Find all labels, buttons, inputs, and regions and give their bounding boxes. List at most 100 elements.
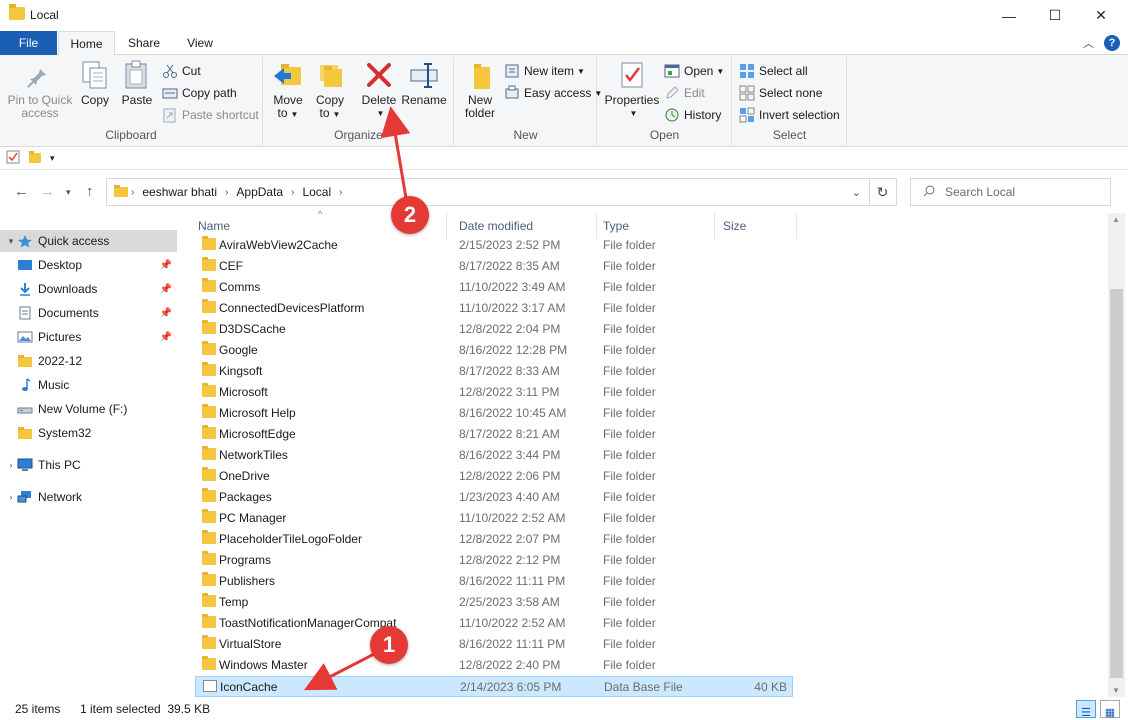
folder-row[interactable]: NetworkTiles 8/16/2022 3:44 PM File folder xyxy=(195,445,793,466)
breadcrumb-local[interactable]: Local xyxy=(302,185,331,199)
folder-row[interactable]: AviraWebView2Cache 2/15/2023 2:52 PM File … xyxy=(195,235,793,256)
new-folder-button[interactable]: New folder xyxy=(461,59,499,120)
folder-row[interactable]: PlaceholderTileLogoFolder 12/8/2022 2:07 … xyxy=(195,529,793,550)
file-row[interactable]: IconCache 2/14/2023 6:05 PM Data Base File… xyxy=(195,676,793,697)
refresh-button[interactable]: ↻ xyxy=(869,178,897,206)
ribbon: Pin to Quick access Copy Paste Cut Copy … xyxy=(0,55,1128,147)
back-arrow-icon[interactable]: ← xyxy=(14,183,29,200)
select-none-button[interactable]: Select none xyxy=(739,83,822,103)
copy-to-button[interactable]: Copy to ▼ xyxy=(312,59,348,121)
expand-chevron-icon[interactable]: ▾ xyxy=(5,236,17,247)
edit-button[interactable]: Edit xyxy=(664,83,705,103)
help-icon[interactable]: ? xyxy=(1104,35,1120,51)
folder-row[interactable]: OneDrive 12/8/2022 2:06 PM File folder xyxy=(195,466,793,487)
folder-row[interactable]: Publishers 8/16/2022 11:11 PM File folder xyxy=(195,571,793,592)
move-to-button[interactable]: Move to ▼ xyxy=(270,59,306,121)
folder-row[interactable]: CEF 8/17/2022 8:35 AM File folder xyxy=(195,256,793,277)
folder-row[interactable]: ToastNotificationManagerCompat 11/10/2022… xyxy=(195,613,793,634)
cut-button[interactable]: Cut xyxy=(162,61,201,81)
delete-button[interactable]: Delete ▼ xyxy=(360,59,398,120)
search-input[interactable] xyxy=(945,185,1105,199)
folder-row[interactable]: Microsoft 12/8/2022 3:11 PM File folder xyxy=(195,382,793,403)
folder-row[interactable]: Kingsoft 8/17/2022 8:33 AM File folder xyxy=(195,361,793,382)
folder-row[interactable]: Packages 1/23/2023 4:40 AM File folder xyxy=(195,487,793,508)
nav-item-downloads[interactable]: Downloads 📌 xyxy=(0,278,177,300)
folder-row[interactable]: Temp 2/25/2023 3:58 AM File folder xyxy=(195,592,793,613)
item-count: 25 items xyxy=(15,702,61,716)
scroll-up-icon[interactable]: ▲ xyxy=(1112,215,1120,224)
breadcrumb-eeshwar-bhati[interactable]: eeshwar bhati xyxy=(142,185,217,199)
pin-to-quick-access-button[interactable]: Pin to Quick access xyxy=(6,59,74,120)
close-button[interactable]: ✕ xyxy=(1078,0,1124,31)
search-box[interactable] xyxy=(910,178,1111,206)
expand-chevron-icon[interactable]: › xyxy=(5,492,17,502)
folder-row[interactable]: Google 8/16/2022 12:28 PM File folder xyxy=(195,340,793,361)
details-view-icon: ☰ xyxy=(1081,707,1091,719)
copy-button[interactable]: Copy xyxy=(78,59,112,107)
new-folder-qat-icon[interactable] xyxy=(28,150,42,167)
nav-quick-access[interactable]: ▾ Quick access xyxy=(0,230,177,252)
sort-ascending-icon: ^ xyxy=(318,209,323,219)
nav-item-system32[interactable]: System32 xyxy=(0,422,177,444)
vertical-scrollbar[interactable]: ▲ ▼ xyxy=(1108,213,1125,697)
folder-row[interactable]: Windows Master 12/8/2022 2:40 PM File fold… xyxy=(195,655,793,676)
expand-chevron-icon[interactable]: › xyxy=(5,460,17,470)
file-date-modified: 8/17/2022 8:35 AM xyxy=(459,259,560,273)
nav-this-pc[interactable]: › This PC xyxy=(0,454,177,476)
address-bar[interactable]: › eeshwar bhati › AppData › Local › ⌄ xyxy=(106,178,870,206)
nav-item-desktop[interactable]: Desktop 📌 xyxy=(0,254,177,276)
nav-item-pictures[interactable]: Pictures 📌 xyxy=(0,326,177,348)
address-dropdown-icon[interactable]: ⌄ xyxy=(852,186,861,199)
pin-icon xyxy=(24,59,56,91)
history-button[interactable]: History xyxy=(664,105,721,125)
select-all-button[interactable]: Select all xyxy=(739,61,808,81)
nav-network[interactable]: › Network xyxy=(0,486,177,508)
file-size: 40 KB xyxy=(754,680,787,694)
copy-path-button[interactable]: Copy path xyxy=(162,83,237,103)
folder-row[interactable]: PC Manager 11/10/2022 2:52 AM File folder xyxy=(195,508,793,529)
folder-row[interactable]: Programs 12/8/2022 2:12 PM File folder xyxy=(195,550,793,571)
folder-row[interactable]: Microsoft Help 8/16/2022 10:45 AM File fol… xyxy=(195,403,793,424)
pin-icon: 📌 xyxy=(159,283,172,295)
customize-qat-icon[interactable]: ▾ xyxy=(50,153,55,164)
rename-button[interactable]: Rename xyxy=(401,59,447,107)
properties-check-icon[interactable] xyxy=(6,150,20,167)
properties-button[interactable]: Properties ▼ xyxy=(604,59,660,120)
large-icons-view-button[interactable]: ▦ xyxy=(1100,700,1120,719)
collapse-ribbon-icon[interactable]: ︿ xyxy=(1083,35,1094,51)
invert-selection-button[interactable]: Invert selection xyxy=(739,105,840,125)
open-button[interactable]: Open ▼ xyxy=(664,61,724,81)
folder-row[interactable]: MicrosoftEdge 8/17/2022 8:21 AM File folde… xyxy=(195,424,793,445)
folder-row[interactable]: D3DSCache 12/8/2022 2:04 PM File folder xyxy=(195,319,793,340)
file-name: D3DSCache xyxy=(219,322,286,336)
file-date-modified: 2/15/2023 2:52 PM xyxy=(459,238,561,252)
folder-row[interactable]: VirtualStore 8/16/2022 11:11 PM File folde… xyxy=(195,634,793,655)
details-view-button[interactable]: ☰ xyxy=(1076,700,1096,719)
nav-item-music[interactable]: Music xyxy=(0,374,177,396)
tab-view[interactable]: View xyxy=(174,31,226,55)
folder-row[interactable]: Comms 11/10/2022 3:49 AM File folder xyxy=(195,277,793,298)
nav-item-new-volume[interactable]: New Volume (F:) xyxy=(0,398,177,420)
star-icon xyxy=(17,234,33,248)
maximize-button[interactable]: ☐ xyxy=(1032,0,1078,31)
select-none-icon xyxy=(739,85,755,101)
tab-share[interactable]: Share xyxy=(118,31,170,55)
scroll-down-icon[interactable]: ▼ xyxy=(1112,686,1120,695)
tab-home[interactable]: Home xyxy=(58,31,115,56)
minimize-button[interactable]: — xyxy=(986,0,1032,31)
paste-shortcut-button[interactable]: Paste shortcut xyxy=(162,105,259,125)
easy-access-button[interactable]: Easy access ▼ xyxy=(504,83,602,103)
new-item-button[interactable]: New item ▼ xyxy=(504,61,585,81)
forward-arrow-icon[interactable]: → xyxy=(40,183,55,200)
nav-item-2022-12[interactable]: 2022-12 xyxy=(0,350,177,372)
folder-row[interactable]: ConnectedDevicesPlatform 11/10/2022 3:17 … xyxy=(195,298,793,319)
tab-file[interactable]: File xyxy=(0,31,57,55)
scroll-thumb[interactable] xyxy=(1110,289,1123,678)
recent-locations-icon[interactable]: ▾ xyxy=(66,187,71,198)
nav-item-documents[interactable]: Documents 📌 xyxy=(0,302,177,324)
folder-icon xyxy=(202,362,216,376)
up-arrow-icon[interactable]: ↑ xyxy=(86,183,94,200)
breadcrumb-appdata[interactable]: AppData xyxy=(236,185,283,199)
paste-button[interactable]: Paste xyxy=(119,59,155,107)
folder-icon xyxy=(202,236,216,250)
